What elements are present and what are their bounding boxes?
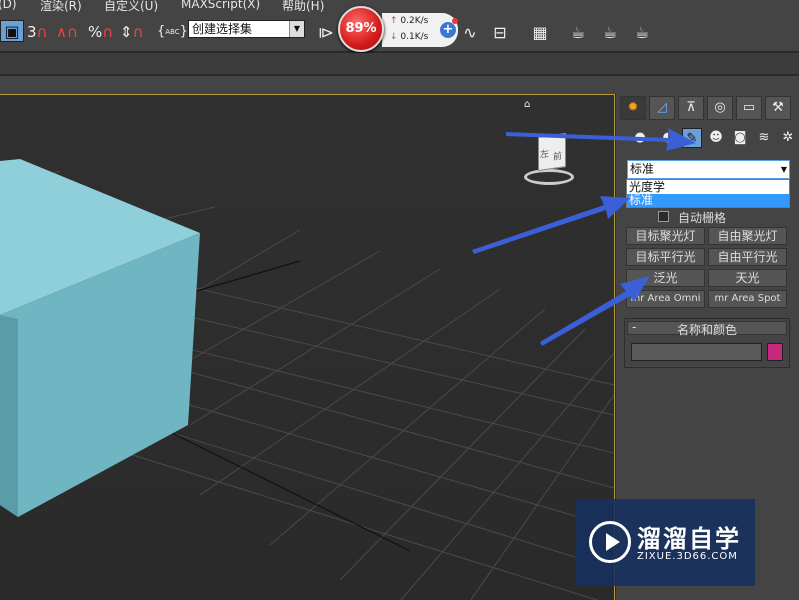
menu-item-d[interactable]: (D) — [0, 0, 17, 11]
object-color-swatch[interactable] — [767, 343, 783, 361]
viewcube-box[interactable]: 左 前 — [538, 133, 566, 171]
helpers-icon[interactable]: ◙ — [730, 128, 750, 148]
rendered-frame-icon[interactable]: ☕ — [598, 22, 622, 44]
auto-grid-label: 自动栅格 — [678, 211, 727, 225]
mirror-icon[interactable]: ⧐ — [314, 22, 338, 44]
schematic-view-icon[interactable]: ⊟ — [488, 22, 512, 44]
light-category-dropdown[interactable]: 标准 ▼ — [627, 160, 790, 179]
menu-item-render[interactable]: 渲染(R) — [40, 0, 82, 12]
command-panel-tabs: ✹ ◿ ⊼ ◎ ▭ ⚒ — [620, 96, 796, 120]
snap-3-label: 3 — [27, 23, 37, 41]
chevron-down-icon: ▼ — [780, 165, 787, 174]
free-direct-button[interactable]: 自由平行光 — [708, 248, 787, 266]
utilities-tab-icon[interactable]: ⚒ — [765, 96, 791, 120]
cameras-icon[interactable]: ☻ — [706, 128, 726, 148]
chevron-down-icon: ▼ — [289, 21, 304, 37]
ribbon-strip — [0, 53, 799, 75]
network-monitor: ↑ 0.2K/s ↓ 0.1K/s + — [382, 13, 458, 47]
skylight-button[interactable]: 天光 — [708, 269, 787, 287]
systems-icon[interactable]: ✲ — [778, 128, 798, 148]
abc-label: ABC — [165, 28, 180, 36]
geometry-icon[interactable]: ● — [630, 128, 650, 148]
hierarchy-tab-icon[interactable]: ⊼ — [678, 96, 704, 120]
edit-named-selection-icon[interactable]: {ABC} — [157, 18, 188, 46]
menu-bar: (D) 渲染(R) 自定义(U) MAXScript(X) 帮助(H) — [0, 0, 799, 12]
motion-tab-icon[interactable]: ◎ — [707, 96, 733, 120]
light-category-options: 光度学 标准 — [626, 179, 790, 208]
watermark-url: ZIXUE.3D66.COM — [637, 551, 738, 562]
notification-dot — [452, 18, 458, 24]
rollout-header[interactable]: - 名称和颜色 — [627, 320, 787, 337]
viewcube[interactable]: 左 前 — [524, 131, 578, 189]
shapes-icon[interactable]: ◖ — [656, 128, 676, 148]
menu-item-customize[interactable]: 自定义(U) — [104, 0, 158, 12]
menu-item-maxscript[interactable]: MAXScript(X) — [181, 0, 260, 11]
box-side-face[interactable] — [0, 315, 18, 517]
create-category-icons: ● ◖ ✎ ☻ ◙ ≋ ✲ — [622, 128, 796, 150]
free-spot-button[interactable]: 自由聚光灯 — [708, 227, 787, 245]
viewcube-front-label[interactable]: 前 — [553, 149, 562, 163]
memory-usage-badge[interactable]: 89% — [338, 6, 384, 52]
target-spot-button[interactable]: 目标聚光灯 — [626, 227, 705, 245]
angle-snap-icon[interactable]: ∧∩ — [56, 18, 78, 46]
rollout-title: 名称和颜色 — [676, 323, 737, 337]
menu-item-help[interactable]: 帮助(H) — [282, 0, 324, 12]
download-speed: 0.1K/s — [400, 32, 429, 42]
render-production-icon[interactable]: ☕ — [630, 22, 654, 44]
modify-tab-icon[interactable]: ◿ — [649, 96, 675, 120]
mr-area-spot-button[interactable]: mr Area Spot — [708, 290, 787, 308]
material-editor-icon[interactable]: ▦ — [528, 22, 552, 44]
upload-speed: 0.2K/s — [400, 16, 429, 26]
option-standard[interactable]: 标准 — [627, 194, 789, 207]
target-direct-button[interactable]: 目标平行光 — [626, 248, 705, 266]
auto-grid-checkbox[interactable] — [658, 211, 669, 222]
viewcube-ring[interactable] — [524, 169, 574, 185]
spinner-snap-icon[interactable]: ⇕∩ — [120, 18, 144, 46]
download-arrow-icon: ↓ — [390, 32, 398, 42]
viewcube-left-label[interactable]: 左 — [540, 146, 549, 160]
render-setup-icon[interactable]: ☕ — [566, 22, 590, 44]
viewport-label-strip — [0, 76, 799, 94]
light-category-value: 标准 — [630, 162, 655, 176]
mr-area-omni-button[interactable]: mr Area Omni — [626, 290, 705, 308]
object-name-input[interactable] — [631, 343, 762, 361]
selection-set-text: 创建选择集 — [192, 22, 253, 36]
snap-toggle-icon[interactable]: 3∩ — [27, 18, 48, 46]
home-icon[interactable]: ⌂ — [524, 99, 530, 110]
watermark-title: 溜溜自学 — [637, 525, 741, 553]
upload-arrow-icon: ↑ — [390, 16, 398, 26]
select-object-icon[interactable]: ▣ — [0, 20, 24, 42]
watermark: 溜溜自学 ZIXUE.3D66.COM — [575, 499, 755, 586]
percent-snap-icon[interactable]: %∩ — [88, 18, 113, 46]
viewport-scene — [0, 159, 614, 600]
accelerate-button[interactable]: + — [440, 22, 456, 38]
percent-snap-label: % — [88, 23, 103, 41]
space-warps-icon[interactable]: ≋ — [754, 128, 774, 148]
display-tab-icon[interactable]: ▭ — [736, 96, 762, 120]
play-logo-icon — [589, 521, 631, 563]
curve-editor-icon[interactable]: ∿ — [458, 22, 482, 44]
perspective-viewport[interactable]: 左 前 ⌂ — [0, 94, 615, 600]
create-tab-icon[interactable]: ✹ — [620, 96, 646, 120]
omni-button[interactable]: 泛光 — [626, 269, 705, 287]
lights-icon[interactable]: ✎ — [682, 128, 702, 148]
named-selection-dropdown[interactable]: 创建选择集 ▼ — [188, 20, 305, 38]
